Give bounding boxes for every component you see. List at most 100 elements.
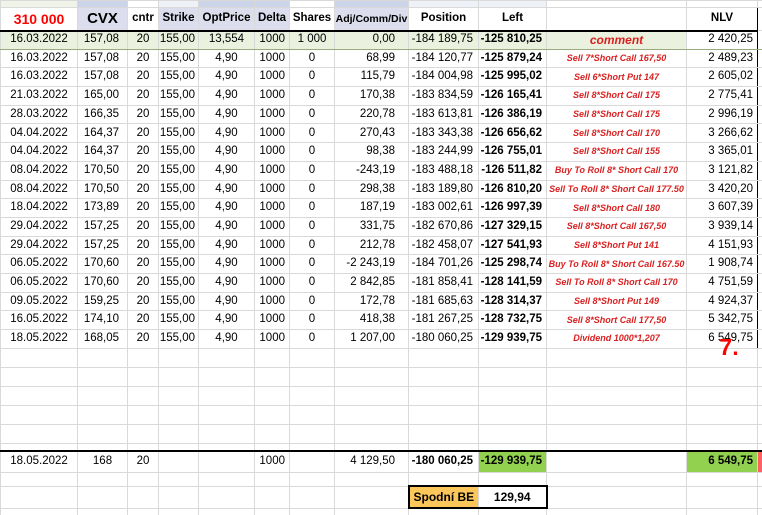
cell-contracts[interactable]: 20 (127, 104, 159, 125)
cell-date[interactable]: 08.04.2022 (0, 160, 78, 181)
cell-left[interactable]: -126 997,39 (478, 198, 547, 218)
cell-cvx-price[interactable]: 164,37 (77, 142, 128, 162)
cell-adj-comm-div[interactable]: 98,38 (334, 142, 409, 162)
cell-position[interactable]: -180 060,25 (408, 329, 479, 349)
cell-contracts[interactable]: 20 (127, 30, 159, 50)
cell-date[interactable]: 28.03.2022 (0, 104, 78, 125)
cell-date[interactable]: 16.03.2022 (0, 48, 78, 69)
cell-delta[interactable]: 1000 (254, 30, 290, 50)
cell-position[interactable]: -183 488,18 (408, 160, 479, 181)
cell-delta[interactable]: 1000 (254, 310, 290, 330)
cell-optprice[interactable]: 13,554 (198, 30, 255, 50)
cell-comment[interactable]: comment (546, 30, 687, 50)
cell-date[interactable]: 04.04.2022 (0, 142, 78, 162)
cell-delta[interactable]: 1000 (254, 142, 290, 162)
cell-nlv[interactable]: 2 605,02 (686, 67, 758, 88)
cell-date[interactable]: 18.05.2022 (0, 329, 78, 349)
cell-adj-comm-div[interactable]: -243,19 (334, 160, 409, 181)
cell-shares[interactable]: 0 (289, 67, 335, 88)
col-header-delta[interactable]: Delta (254, 7, 290, 32)
cell-optprice[interactable]: 4,90 (198, 235, 255, 256)
cell-shares[interactable]: 0 (289, 48, 335, 69)
cell-contracts[interactable]: 20 (127, 123, 159, 144)
cell-shares[interactable]: 0 (289, 123, 335, 144)
cell-comment[interactable]: Sell 8*Short Call 175 (546, 104, 687, 125)
cell-position[interactable]: -184 189,75 (408, 30, 479, 50)
cell-shares[interactable]: 0 (289, 254, 335, 274)
cell-cvx-price[interactable]: 168,05 (77, 329, 128, 349)
cell-left[interactable]: -125 810,25 (478, 30, 547, 50)
cell-optprice[interactable]: 4,90 (198, 291, 255, 312)
cell-strike[interactable]: 155,00 (158, 291, 199, 312)
cell-optprice[interactable]: 4,90 (198, 160, 255, 181)
cell-contracts[interactable]: 20 (127, 160, 159, 181)
cell-adj-comm-div[interactable]: 220,78 (334, 104, 409, 125)
cell-comment[interactable]: Sell 8*Short Call 170 (546, 123, 687, 144)
cell-comment[interactable]: Sell 6*Short Put 147 (546, 67, 687, 88)
cell-left[interactable]: -126 511,82 (478, 160, 547, 181)
cell-contracts[interactable]: 20 (127, 67, 159, 88)
cell-delta[interactable]: 1000 (254, 104, 290, 125)
cell-strike[interactable]: 155,00 (158, 160, 199, 181)
cell-cvx-price[interactable]: 159,25 (77, 291, 128, 312)
cell-adj-comm-div[interactable]: 1 207,00 (334, 329, 409, 349)
cell-date[interactable]: 29.04.2022 (0, 235, 78, 256)
cell-adj-comm-div[interactable]: 0,00 (334, 30, 409, 50)
cell-nlv[interactable]: 3 939,14 (686, 216, 758, 237)
cell-comment[interactable]: Dividend 1000*1,207 (546, 329, 687, 349)
cell-delta[interactable]: 1000 (254, 179, 290, 200)
col-header-cvx[interactable]: CVX (77, 7, 128, 32)
cell-strike[interactable]: 155,00 (158, 48, 199, 69)
cell-shares[interactable]: 0 (289, 310, 335, 330)
breakeven-label[interactable]: Spodní BE (407, 485, 479, 510)
cell-left[interactable]: -129 939,75 (478, 329, 547, 349)
cell-adj-comm-div[interactable]: 115,79 (334, 67, 409, 88)
cell-optprice[interactable]: 4,90 (198, 310, 255, 330)
cell-adj-comm-div[interactable]: 298,38 (334, 179, 409, 200)
cell-cvx-price[interactable]: 164,37 (77, 123, 128, 144)
cell-left[interactable]: -126 755,01 (478, 142, 547, 162)
cell-nlv[interactable]: 4 151,93 (686, 235, 758, 256)
cell-shares[interactable]: 0 (289, 272, 335, 293)
cell-strike[interactable]: 155,00 (158, 30, 199, 50)
cell-adj-comm-div[interactable]: 212,78 (334, 235, 409, 256)
cell-contracts[interactable]: 20 (127, 291, 159, 312)
cell-shares[interactable]: 0 (289, 235, 335, 256)
summary-contracts[interactable]: 20 (127, 450, 159, 473)
cell-optprice[interactable]: 4,90 (198, 329, 255, 349)
cell-strike[interactable]: 155,00 (158, 67, 199, 88)
cell-delta[interactable]: 1000 (254, 67, 290, 88)
cell-adj-comm-div[interactable]: 170,38 (334, 86, 409, 106)
cell-comment[interactable]: Buy To Roll 8* Short Call 170 (546, 160, 687, 181)
cell-delta[interactable]: 1000 (254, 235, 290, 256)
cell-position[interactable]: -184 004,98 (408, 67, 479, 88)
cell-delta[interactable]: 1000 (254, 254, 290, 274)
cell-cvx-price[interactable]: 165,00 (77, 86, 128, 106)
col-header-position[interactable]: Position (408, 7, 479, 32)
cell-optprice[interactable]: 4,90 (198, 198, 255, 218)
cell-comment[interactable]: Sell 8*Short Call 155 (546, 142, 687, 162)
summary-delta[interactable]: 1000 (254, 450, 290, 473)
cell-adj-comm-div[interactable]: 172,78 (334, 291, 409, 312)
cell-optprice[interactable]: 4,90 (198, 48, 255, 69)
cell-contracts[interactable]: 20 (127, 329, 159, 349)
cell-left[interactable]: -128 732,75 (478, 310, 547, 330)
col-header-left[interactable]: Left (478, 7, 547, 32)
cell-position[interactable]: -182 670,86 (408, 216, 479, 237)
cell-nlv[interactable]: 3 121,82 (686, 160, 758, 181)
cell-date[interactable]: 16.05.2022 (0, 310, 78, 330)
summary-cvx[interactable]: 168 (77, 450, 128, 473)
cell-date[interactable]: 04.04.2022 (0, 123, 78, 144)
cell-nlv[interactable]: 2 489,23 (686, 48, 758, 69)
cell-nlv[interactable]: 3 420,20 (686, 179, 758, 200)
cell-position[interactable]: -184 701,26 (408, 254, 479, 274)
cell-position[interactable]: -182 458,07 (408, 235, 479, 256)
cell-comment[interactable]: Sell 8*Short Call 177,50 (546, 310, 687, 330)
cell-cvx-price[interactable]: 157,08 (77, 30, 128, 50)
cell-optprice[interactable]: 4,90 (198, 142, 255, 162)
cell-adj-comm-div[interactable]: 68,99 (334, 48, 409, 69)
cell-cvx-price[interactable]: 166,35 (77, 104, 128, 125)
cell-shares[interactable]: 0 (289, 291, 335, 312)
cell-shares[interactable]: 0 (289, 329, 335, 349)
cell-date[interactable]: 18.04.2022 (0, 198, 78, 218)
